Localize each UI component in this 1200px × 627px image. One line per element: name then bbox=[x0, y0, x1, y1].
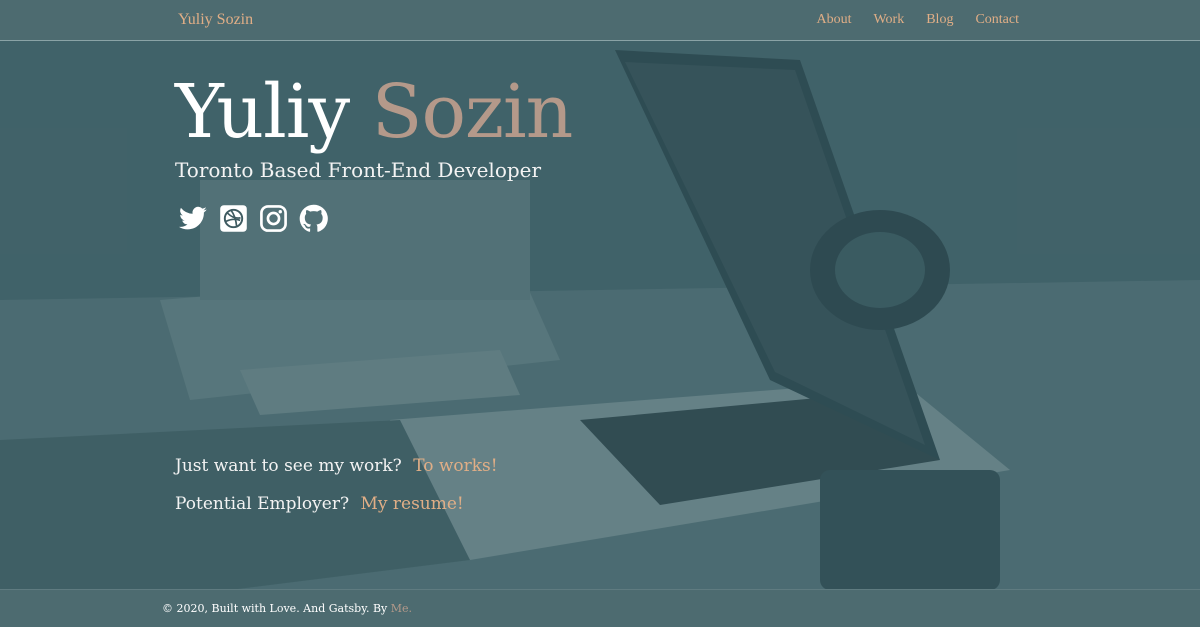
hero-last-name: Sozin bbox=[371, 69, 574, 155]
nav-blog[interactable]: Blog bbox=[926, 12, 953, 28]
nav-contact[interactable]: Contact bbox=[975, 12, 1019, 28]
nav-links: About Work Blog Contact bbox=[816, 12, 1019, 28]
nav-about[interactable]: About bbox=[816, 12, 851, 28]
footer: © 2020, Built with Love. And Gatsby. By … bbox=[0, 589, 1200, 627]
dribbble-icon[interactable] bbox=[219, 204, 248, 233]
top-nav-bar: Yuliy Sozin About Work Blog Contact bbox=[0, 0, 1200, 41]
nav-work[interactable]: Work bbox=[873, 12, 904, 28]
hero-subtitle: Toronto Based Front-End Developer bbox=[175, 158, 542, 182]
twitter-icon[interactable] bbox=[179, 204, 208, 233]
to-works-link[interactable]: To works! bbox=[413, 456, 497, 476]
resume-link[interactable]: My resume! bbox=[360, 494, 463, 514]
hero-first-name: Yuliy bbox=[175, 69, 350, 155]
footer-me-link[interactable]: Me. bbox=[391, 602, 412, 615]
footer-copyright: © 2020, Built with Love. And Gatsby. By bbox=[162, 602, 391, 615]
footer-text: © 2020, Built with Love. And Gatsby. By … bbox=[162, 602, 412, 615]
hero-title: Yuliy Sozin bbox=[175, 69, 574, 155]
resume-prompt: Potential Employer? bbox=[175, 494, 350, 514]
social-links bbox=[179, 204, 328, 233]
brand-link[interactable]: Yuliy Sozin bbox=[178, 11, 253, 29]
work-prompt: Just want to see my work? bbox=[175, 456, 402, 476]
resume-cta: Potential Employer? My resume! bbox=[175, 494, 464, 514]
work-cta: Just want to see my work? To works! bbox=[175, 456, 498, 476]
instagram-icon[interactable] bbox=[259, 204, 288, 233]
github-icon[interactable] bbox=[299, 204, 328, 233]
